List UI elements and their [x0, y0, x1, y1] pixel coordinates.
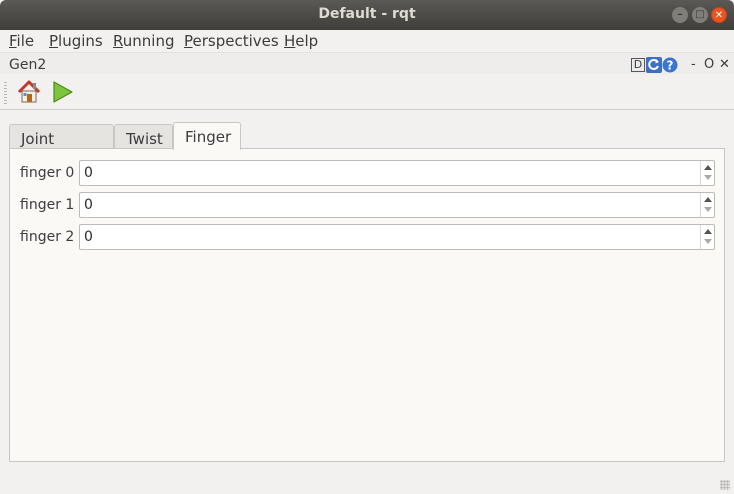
- svg-text:?: ?: [667, 59, 674, 73]
- menu-perspectives-label: erspectives: [192, 32, 279, 50]
- menu-running-label: unning: [122, 32, 175, 50]
- minimize-window-button[interactable]: –: [672, 7, 688, 23]
- window-title: Default - rqt: [318, 6, 416, 22]
- menu-help-mnemonic: H: [284, 32, 296, 50]
- finger-1-stepper[interactable]: [700, 193, 714, 217]
- spin-down-icon[interactable]: [704, 239, 712, 244]
- play-icon[interactable]: [50, 79, 76, 105]
- help-icon[interactable]: ?: [662, 57, 678, 73]
- plugin-title: Gen2: [9, 57, 47, 73]
- tab-twist[interactable]: Twist: [114, 124, 173, 151]
- finger-0-label: finger 0: [20, 165, 75, 181]
- finger-2-label: finger 2: [20, 229, 75, 245]
- menu-running[interactable]: Running: [113, 32, 174, 50]
- menu-file-mnemonic: F: [9, 32, 17, 50]
- spin-up-icon[interactable]: [704, 197, 712, 202]
- finger-0-input[interactable]: [84, 164, 684, 182]
- menu-plugins[interactable]: Plugins: [49, 32, 103, 50]
- menu-file-label: ile: [16, 32, 35, 50]
- plugin-dock-title[interactable]: Gen2 D ? - O ✕: [0, 52, 734, 74]
- menu-perspectives-mnemonic: P: [184, 32, 193, 50]
- finger-1-label: finger 1: [20, 197, 75, 213]
- toolbar-grip[interactable]: [4, 82, 7, 104]
- spin-up-icon[interactable]: [704, 165, 712, 170]
- finger-2-spinbox[interactable]: [79, 224, 715, 250]
- finger-0-stepper[interactable]: [700, 161, 714, 185]
- finger-1-spinbox[interactable]: [79, 192, 715, 218]
- menu-help-label: elp: [295, 32, 319, 50]
- tab-joint-speed[interactable]: Joint speed: [9, 124, 114, 166]
- menu-plugins-mnemonic: P: [49, 32, 59, 50]
- dock-close-button[interactable]: ✕: [719, 57, 730, 72]
- plugin-toolbar: [0, 74, 734, 110]
- menu-running-mnemonic: R: [113, 32, 123, 50]
- menu-plugins-label: lugins: [58, 32, 103, 50]
- finger-1-input[interactable]: [84, 196, 684, 214]
- dock-d-button[interactable]: D: [631, 58, 645, 72]
- menu-file[interactable]: File: [9, 32, 34, 50]
- finger-2-stepper[interactable]: [700, 225, 714, 249]
- maximize-window-button[interactable]: □: [692, 7, 708, 23]
- window-titlebar[interactable]: Default - rqt – □ ✕: [0, 0, 734, 30]
- tab-finger[interactable]: Finger: [173, 122, 241, 150]
- menu-perspectives[interactable]: Perspectives: [184, 32, 279, 50]
- resize-grip[interactable]: [720, 480, 730, 490]
- menu-help[interactable]: Help: [284, 32, 318, 50]
- spin-up-icon[interactable]: [704, 229, 712, 234]
- finger-panel: finger 0 finger 1 finger 2: [9, 148, 725, 462]
- finger-2-input[interactable]: [84, 228, 684, 246]
- reload-icon[interactable]: [646, 57, 662, 73]
- close-window-button[interactable]: ✕: [711, 7, 727, 23]
- dock-float-button[interactable]: O: [704, 57, 714, 72]
- spin-down-icon[interactable]: [704, 207, 712, 212]
- spin-down-icon[interactable]: [704, 175, 712, 180]
- menubar: File Plugins Running Perspectives Help: [0, 30, 734, 52]
- finger-0-spinbox[interactable]: [79, 160, 715, 186]
- dock-minimize-button[interactable]: -: [691, 57, 696, 72]
- home-icon[interactable]: [16, 79, 42, 105]
